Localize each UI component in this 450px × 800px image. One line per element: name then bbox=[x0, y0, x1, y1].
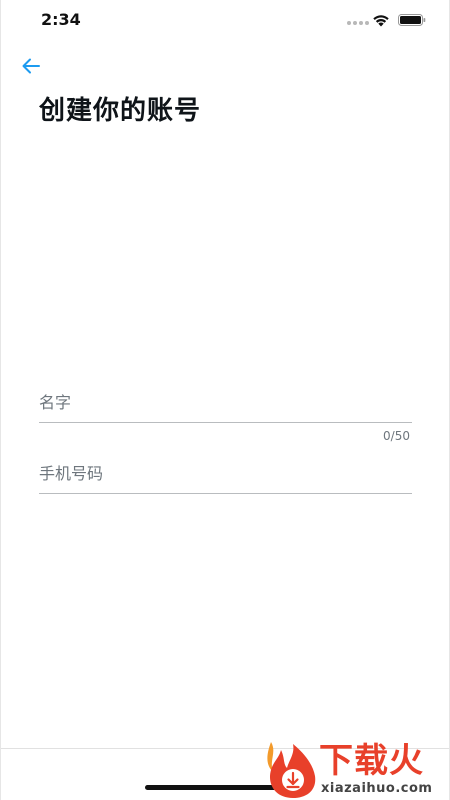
cellular-signal-icon bbox=[347, 21, 369, 25]
page-title: 创建你的账号 bbox=[39, 96, 202, 126]
flame-logo-icon bbox=[267, 742, 316, 798]
battery-icon bbox=[398, 14, 426, 26]
arrow-left-icon bbox=[22, 58, 40, 74]
phone-underline bbox=[39, 493, 412, 494]
status-time: 2:34 bbox=[41, 10, 81, 29]
name-input[interactable] bbox=[39, 393, 412, 422]
status-bar: 2:34 bbox=[1, 0, 449, 40]
watermark-brand: 下载火 bbox=[319, 741, 424, 781]
phone-field bbox=[39, 464, 412, 494]
phone-input[interactable] bbox=[39, 464, 412, 493]
phone-screen: 2:34 创建你的账号 0/50 bbox=[0, 0, 450, 800]
wifi-icon bbox=[373, 15, 389, 27]
watermark-url: xiazaihuo.com bbox=[321, 781, 433, 796]
name-character-counter: 0/50 bbox=[383, 429, 410, 443]
back-button[interactable] bbox=[19, 54, 43, 78]
watermark: 下载火 xiazaihuo.com bbox=[263, 738, 450, 800]
name-underline bbox=[39, 422, 412, 423]
name-field bbox=[39, 393, 412, 423]
